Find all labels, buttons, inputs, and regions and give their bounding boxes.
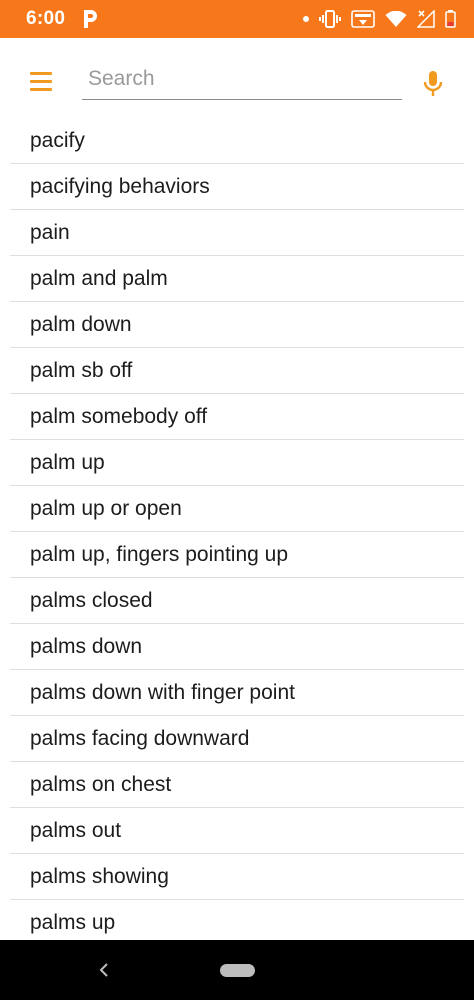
battery-low-icon <box>445 10 456 28</box>
microphone-icon[interactable] <box>422 70 444 98</box>
list-item[interactable]: palm sb off <box>10 348 464 394</box>
wifi-icon <box>385 10 407 28</box>
vibrate-icon <box>319 10 341 28</box>
list-item[interactable]: palms out <box>10 808 464 854</box>
signal-icon <box>417 10 435 28</box>
notification-dot-icon <box>303 16 309 22</box>
search-header <box>0 38 474 118</box>
list-item[interactable]: palm down <box>10 302 464 348</box>
list-item[interactable]: palm somebody off <box>10 394 464 440</box>
back-icon[interactable] <box>96 961 112 979</box>
list-item[interactable]: palm and palm <box>10 256 464 302</box>
home-pill-icon[interactable] <box>220 964 255 977</box>
status-icons <box>303 10 456 28</box>
list-item[interactable]: palms up <box>10 900 464 945</box>
word-list: pacify pacifying behaviors pain palm and… <box>10 118 464 945</box>
list-item[interactable]: palms on chest <box>10 762 464 808</box>
list-item[interactable]: pacifying behaviors <box>10 164 464 210</box>
volte-icon <box>351 10 375 28</box>
list-item[interactable]: palms showing <box>10 854 464 900</box>
navigation-bar <box>0 940 474 1000</box>
search-input[interactable] <box>82 58 402 100</box>
status-time: 6:00 <box>26 8 66 29</box>
list-item[interactable]: palms down <box>10 624 464 670</box>
list-item[interactable]: pain <box>10 210 464 256</box>
list-item[interactable]: palms down with finger point <box>10 670 464 716</box>
list-item[interactable]: palms facing downward <box>10 716 464 762</box>
menu-icon[interactable] <box>30 72 52 92</box>
parking-icon <box>81 8 99 30</box>
list-item[interactable]: palm up <box>10 440 464 486</box>
app-screen: 6:00 Search pacify pacifying behaviors p… <box>0 0 474 1000</box>
list-item[interactable]: palms closed <box>10 578 464 624</box>
list-item[interactable]: palm up or open <box>10 486 464 532</box>
status-bar: 6:00 <box>0 0 474 38</box>
list-item[interactable]: palm up, fingers pointing up <box>10 532 464 578</box>
list-item[interactable]: pacify <box>10 118 464 164</box>
